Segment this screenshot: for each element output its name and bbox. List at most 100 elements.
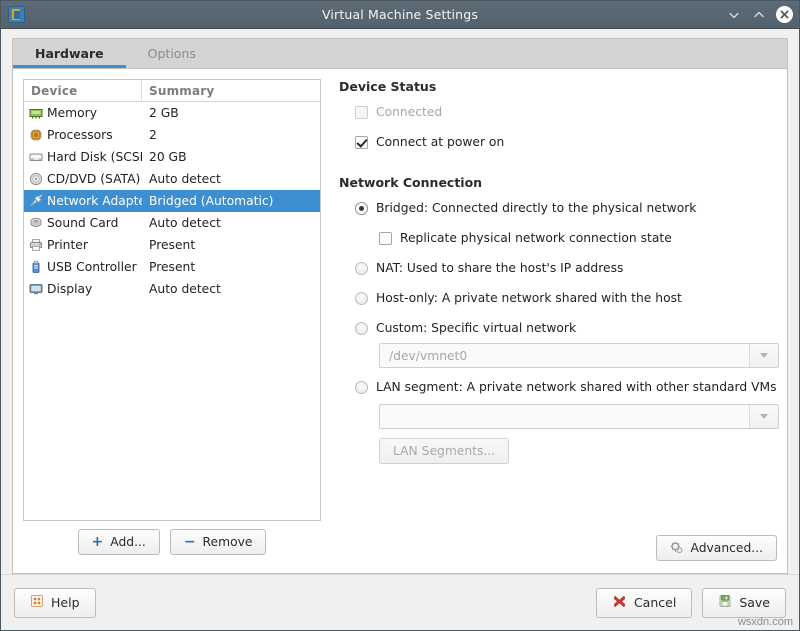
lan-segment-radio[interactable] bbox=[355, 381, 368, 394]
display-icon bbox=[29, 282, 43, 296]
processor-icon bbox=[29, 128, 43, 142]
lan-segments-button[interactable]: LAN Segments... bbox=[379, 438, 509, 464]
add-device-label: Add... bbox=[110, 535, 146, 549]
watermark: wsxdn.com bbox=[738, 616, 793, 628]
tab-options[interactable]: Options bbox=[126, 39, 218, 68]
radio-row-bridged[interactable]: Bridged: Connected directly to the physi… bbox=[355, 197, 777, 219]
vmware-logo-icon bbox=[8, 6, 25, 23]
help-button[interactable]: Help bbox=[14, 588, 96, 618]
tab-hardware-label: Hardware bbox=[35, 46, 104, 61]
replicate-physical-state-label: Replicate physical network connection st… bbox=[400, 231, 672, 245]
device-cell: Printer bbox=[24, 238, 142, 252]
host-only-label: Host-only: A private network shared with… bbox=[376, 291, 682, 305]
table-row[interactable]: Memory 2 GB bbox=[24, 102, 320, 124]
custom-network-value: /dev/vmnet0 bbox=[380, 344, 749, 367]
table-row-network-adapter[interactable]: Network Adapter Bridged (Automatic) bbox=[24, 190, 320, 212]
summary-cell: Auto detect bbox=[142, 282, 320, 296]
table-row[interactable]: Processors 2 bbox=[24, 124, 320, 146]
device-cell: Display bbox=[24, 282, 142, 296]
maximize-icon[interactable] bbox=[751, 7, 767, 23]
device-settings-column: Device Status Connected Connect at power… bbox=[321, 79, 777, 563]
cd-dvd-icon bbox=[29, 172, 43, 186]
minus-icon: − bbox=[184, 535, 196, 549]
connect-at-power-on-checkbox[interactable] bbox=[355, 136, 368, 149]
footer-actions: Cancel Save bbox=[596, 588, 786, 618]
device-label: Processors bbox=[47, 128, 113, 142]
lan-segment-combobox[interactable] bbox=[379, 404, 779, 429]
device-cell: Sound Card bbox=[24, 216, 142, 230]
help-icon bbox=[30, 594, 44, 611]
device-label: Network Adapter bbox=[47, 194, 142, 208]
nat-label: NAT: Used to share the host's IP address bbox=[376, 261, 623, 275]
radio-row-nat[interactable]: NAT: Used to share the host's IP address bbox=[355, 257, 777, 279]
table-row[interactable]: USB Controller Present bbox=[24, 256, 320, 278]
connect-at-power-on-label: Connect at power on bbox=[376, 135, 504, 149]
table-row[interactable]: CD/DVD (SATA) Auto detect bbox=[24, 168, 320, 190]
connected-checkbox-row[interactable]: Connected bbox=[355, 101, 777, 123]
cancel-button[interactable]: Cancel bbox=[596, 588, 692, 618]
device-cell: Hard Disk (SCSI) bbox=[24, 150, 142, 164]
device-cell: Network Adapter bbox=[24, 194, 142, 208]
replicate-state-row[interactable]: Replicate physical network connection st… bbox=[379, 227, 777, 249]
tab-hardware[interactable]: Hardware bbox=[13, 39, 126, 68]
remove-device-button[interactable]: − Remove bbox=[170, 529, 267, 555]
column-header-summary: Summary bbox=[142, 80, 320, 101]
help-label: Help bbox=[51, 595, 80, 610]
cancel-label: Cancel bbox=[634, 595, 676, 610]
custom-radio[interactable] bbox=[355, 322, 368, 335]
advanced-button[interactable]: Advanced... bbox=[656, 535, 777, 561]
summary-cell: Present bbox=[142, 238, 320, 252]
save-button[interactable]: Save bbox=[702, 588, 786, 618]
chevron-down-icon[interactable] bbox=[749, 344, 778, 367]
device-table[interactable]: Device Summary Memory 2 GB bbox=[23, 79, 321, 521]
summary-cell: Present bbox=[142, 260, 320, 274]
gear-icon bbox=[670, 541, 684, 555]
device-label: Display bbox=[47, 282, 92, 296]
connect-at-power-on-row[interactable]: Connect at power on bbox=[355, 131, 777, 153]
replicate-physical-state-checkbox[interactable] bbox=[379, 232, 392, 245]
column-header-device: Device bbox=[24, 80, 142, 101]
cancel-x-icon bbox=[612, 594, 627, 612]
custom-label: Custom: Specific virtual network bbox=[376, 321, 576, 335]
radio-row-lan-segment[interactable]: LAN segment: A private network shared wi… bbox=[355, 376, 777, 398]
summary-cell: 20 GB bbox=[142, 150, 320, 164]
hard-disk-icon bbox=[29, 150, 43, 164]
save-disk-icon bbox=[718, 594, 732, 611]
device-cell: Memory bbox=[24, 106, 142, 120]
bridged-label: Bridged: Connected directly to the physi… bbox=[376, 201, 696, 215]
bridged-radio[interactable] bbox=[355, 202, 368, 215]
add-device-button[interactable]: + Add... bbox=[78, 529, 160, 555]
lan-segments-label: LAN Segments... bbox=[393, 444, 495, 458]
connected-checkbox[interactable] bbox=[355, 106, 368, 119]
lan-segments-button-wrap: LAN Segments... bbox=[379, 438, 777, 464]
advanced-label: Advanced... bbox=[691, 541, 763, 555]
virtual-machine-settings-window: Virtual Machine Settings Hardware Option… bbox=[0, 0, 800, 631]
host-only-radio[interactable] bbox=[355, 292, 368, 305]
summary-cell: 2 GB bbox=[142, 106, 320, 120]
table-row[interactable]: Printer Present bbox=[24, 234, 320, 256]
summary-cell: Auto detect bbox=[142, 172, 320, 186]
chevron-down-icon[interactable] bbox=[749, 405, 778, 428]
close-icon[interactable] bbox=[776, 6, 793, 23]
custom-network-combobox[interactable]: /dev/vmnet0 bbox=[379, 343, 779, 368]
device-status-heading: Device Status bbox=[339, 79, 777, 94]
connected-label: Connected bbox=[376, 105, 442, 119]
device-label: Hard Disk (SCSI) bbox=[47, 150, 142, 164]
device-label: Printer bbox=[47, 238, 88, 252]
nat-radio[interactable] bbox=[355, 262, 368, 275]
table-row[interactable]: Sound Card Auto detect bbox=[24, 212, 320, 234]
minimize-icon[interactable] bbox=[726, 7, 742, 23]
device-list-column: Device Summary Memory 2 GB bbox=[23, 79, 321, 563]
printer-icon bbox=[29, 238, 43, 252]
dialog-body: Hardware Options Device Summary bbox=[1, 29, 799, 574]
tab-strip: Hardware Options bbox=[12, 38, 788, 68]
radio-row-host-only[interactable]: Host-only: A private network shared with… bbox=[355, 287, 777, 309]
memory-icon bbox=[29, 106, 43, 120]
remove-device-label: Remove bbox=[203, 535, 253, 549]
table-row[interactable]: Hard Disk (SCSI) 20 GB bbox=[24, 146, 320, 168]
table-row[interactable]: Display Auto detect bbox=[24, 278, 320, 300]
summary-cell: Auto detect bbox=[142, 216, 320, 230]
device-label: Sound Card bbox=[47, 216, 118, 230]
save-label: Save bbox=[739, 595, 770, 610]
radio-row-custom[interactable]: Custom: Specific virtual network bbox=[355, 317, 777, 339]
